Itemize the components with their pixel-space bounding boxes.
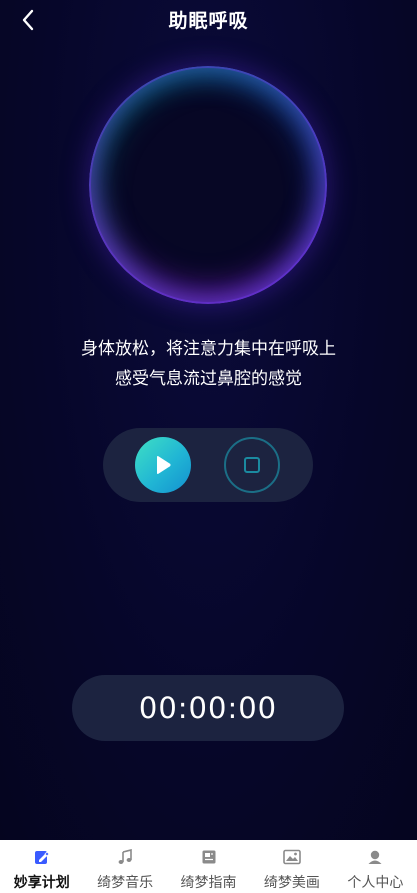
instruction-line-2: 感受气息流过鼻腔的感觉 (115, 369, 302, 389)
breathing-instructions: 身体放松，将注意力集中在呼吸上 感受气息流过鼻腔的感觉 (0, 334, 417, 394)
picture-icon (283, 848, 301, 866)
tab-qimeng-music[interactable]: 绮梦音乐 (83, 840, 166, 893)
tab-label: 绮梦音乐 (97, 875, 154, 891)
stop-icon (244, 457, 260, 473)
page-title: 助眠呼吸 (168, 10, 249, 32)
tab-label: 个人中心 (347, 875, 404, 891)
user-icon (366, 848, 384, 866)
tab-label: 绮梦指南 (180, 875, 237, 891)
instruction-line-1: 身体放松，将注意力集中在呼吸上 (81, 339, 336, 359)
guide-icon (200, 848, 218, 866)
play-button[interactable] (135, 437, 191, 493)
tab-qimeng-pictures[interactable]: 绮梦美画 (250, 840, 333, 893)
tab-label: 绮梦美画 (263, 875, 320, 891)
tab-miaoxiang-plan[interactable]: 妙享计划 (0, 840, 83, 893)
breathing-screen: 助眠呼吸 身体放松，将注意力集中在呼吸上 感受气息流过鼻腔的感觉 00:00:0… (0, 0, 417, 840)
breathing-orb (89, 66, 327, 304)
edit-icon (33, 848, 51, 866)
tab-personal-center[interactable]: 个人中心 (334, 840, 417, 893)
timer-display: 00:00:00 (72, 675, 344, 741)
play-icon (157, 455, 171, 475)
tab-qimeng-guide[interactable]: 绮梦指南 (167, 840, 250, 893)
timer-value: 00:00:00 (138, 691, 278, 725)
bottom-tab-bar: 妙享计划 绮梦音乐 绮梦指南 绮梦美画 个人中心 (0, 840, 417, 893)
tab-label: 妙享计划 (13, 875, 70, 891)
stop-button[interactable] (224, 437, 280, 493)
orb-sphere (89, 66, 327, 304)
music-note-icon (116, 848, 134, 866)
playback-controls (103, 428, 313, 502)
